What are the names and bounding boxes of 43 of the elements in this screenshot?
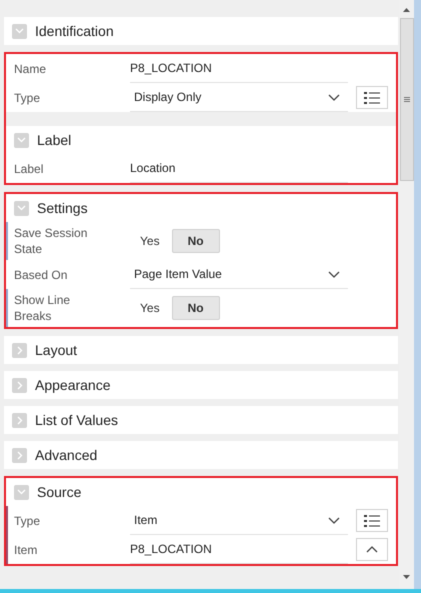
- expand-icon: [14, 200, 29, 216]
- list-button[interactable]: [356, 509, 388, 532]
- select-field[interactable]: Display Only: [130, 83, 348, 112]
- scroll-down-icon[interactable]: [403, 575, 410, 579]
- section-header[interactable]: Label: [6, 126, 396, 154]
- value-field[interactable]: P8_LOCATION: [130, 535, 348, 564]
- toggle-option[interactable]: No: [172, 296, 220, 320]
- field-label: Show Line Breaks: [14, 292, 72, 324]
- section-header[interactable]: Layout: [4, 336, 398, 364]
- collapsed-icon: [12, 378, 27, 392]
- section-header[interactable]: Appearance: [4, 371, 398, 399]
- chevron-down-icon: [328, 94, 340, 100]
- expand-icon: [14, 132, 29, 148]
- field-label: Label: [14, 160, 44, 176]
- expand-icon: [14, 484, 29, 500]
- collapse-button[interactable]: [356, 538, 388, 561]
- field-label: Type: [14, 90, 40, 106]
- section-header[interactable]: List of Values: [4, 406, 398, 434]
- collapsed-icon: [12, 342, 27, 358]
- section-header[interactable]: Advanced: [4, 441, 398, 469]
- field-label: Based On: [14, 266, 68, 282]
- chevron-down-icon: [328, 270, 340, 278]
- list-button[interactable]: [356, 86, 388, 109]
- section-header[interactable]: Settings: [6, 194, 396, 222]
- toggle-option[interactable]: No: [172, 229, 220, 253]
- toggle-option[interactable]: Yes: [140, 229, 160, 253]
- scroll-thumb[interactable]: [400, 18, 414, 181]
- scroll-up-icon[interactable]: [403, 8, 410, 12]
- value-field[interactable]: Location: [130, 154, 348, 183]
- section-header[interactable]: Source: [6, 478, 396, 506]
- caret-up-icon: [366, 546, 378, 553]
- field-label: Save Session State: [14, 225, 88, 257]
- expand-icon: [12, 24, 27, 38]
- collapsed-icon: [12, 412, 27, 428]
- list-icon: [364, 92, 380, 104]
- section-header[interactable]: Identification: [4, 17, 398, 45]
- field-label: Type: [14, 512, 40, 528]
- field-label: Name: [14, 60, 46, 76]
- collapsed-icon: [12, 448, 27, 462]
- chevron-down-icon: [328, 516, 340, 524]
- field-label: Item: [14, 542, 38, 558]
- toggle-option[interactable]: Yes: [140, 296, 160, 320]
- list-icon: [364, 514, 380, 526]
